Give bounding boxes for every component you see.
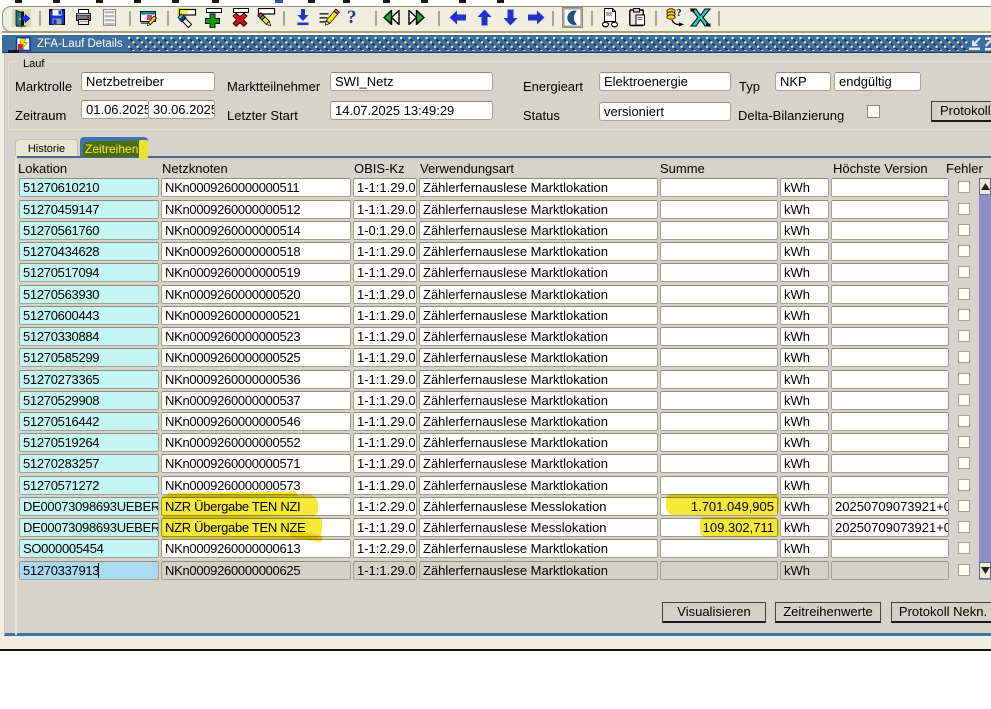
svg-text:?: ? (677, 8, 682, 19)
